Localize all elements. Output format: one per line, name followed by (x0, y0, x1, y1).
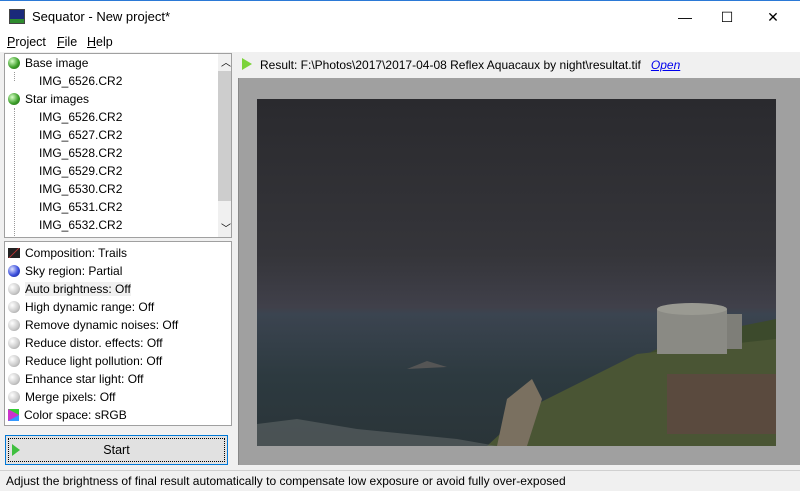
result-path: Result: F:\Photos\2017\2017-04-08 Reflex… (260, 58, 641, 72)
status-icon (8, 319, 20, 331)
scroll-up-icon[interactable]: ︿ (221, 54, 231, 69)
open-link[interactable]: Open (651, 58, 680, 72)
option-label: Remove dynamic noises: Off (25, 318, 179, 332)
tree-item[interactable]: IMG_6529.CR2 (39, 162, 122, 180)
tree-node-base-image[interactable]: Base image (8, 54, 88, 72)
tree-item[interactable]: IMG_6527.CR2 (39, 126, 122, 144)
status-icon (8, 265, 20, 277)
status-bar: Adjust the brightness of final result au… (0, 470, 800, 491)
option-label: Sky region: Partial (25, 264, 123, 278)
option-label: Merge pixels: Off (25, 390, 116, 404)
option-item[interactable]: Merge pixels: Off (8, 388, 115, 406)
menu-bar: Project File Help (0, 32, 800, 52)
menu-project[interactable]: Project (7, 35, 46, 49)
play-icon (12, 444, 20, 456)
tree-item[interactable]: IMG_6526.CR2 (39, 108, 122, 126)
status-icon (8, 93, 20, 105)
tree-item[interactable]: IMG_6530.CR2 (39, 180, 122, 198)
option-label: Reduce distor. effects: Off (25, 336, 163, 350)
status-icon (8, 57, 20, 69)
option-item[interactable]: Remove dynamic noises: Off (8, 316, 178, 334)
scroll-down-icon[interactable]: ﹀ (221, 220, 231, 235)
status-icon (8, 337, 20, 349)
option-item[interactable]: Sky region: Partial (8, 262, 122, 280)
photo-scene (257, 303, 776, 446)
tree-item[interactable]: IMG_6526.CR2 (39, 72, 122, 90)
options-list: Composition: Trails Sky region: Partial Au… (4, 241, 232, 426)
option-label: High dynamic range: Off (25, 300, 155, 314)
option-item[interactable]: Color space: sRGB (8, 406, 127, 424)
option-label: Reduce light pollution: Off (25, 354, 163, 368)
tree-node-star-images[interactable]: Star images (8, 90, 89, 108)
tree-item[interactable]: IMG_6531.CR2 (39, 198, 122, 216)
option-label: Composition: Trails (25, 246, 128, 260)
status-icon (8, 373, 20, 385)
title-bar: Sequator - New project* — ☐ ✕ (0, 0, 800, 32)
window-title: Sequator - New project* (32, 9, 171, 24)
result-bar: Result: F:\Photos\2017\2017-04-08 Reflex… (238, 55, 680, 75)
status-icon (8, 301, 20, 313)
close-button[interactable]: ✕ (750, 1, 796, 33)
image-tree: Base image IMG_6526.CR2 Star images IMG_… (4, 53, 232, 238)
menu-help[interactable]: Help (87, 35, 113, 49)
maximize-button[interactable]: ☐ (704, 1, 750, 33)
minimize-button[interactable]: — (662, 1, 708, 33)
scrollbar-thumb[interactable] (218, 71, 231, 201)
arrow-right-icon (242, 58, 252, 70)
option-item[interactable]: High dynamic range: Off (8, 298, 154, 316)
tree-item[interactable]: IMG_6532.CR2 (39, 216, 122, 234)
option-label: Color space: sRGB (24, 408, 127, 422)
option-item[interactable]: Composition: Trails (8, 244, 127, 262)
tree-item[interactable]: IMG_6528.CR2 (39, 144, 122, 162)
option-item[interactable]: Reduce light pollution: Off (8, 352, 162, 370)
status-icon (8, 283, 20, 295)
result-image (257, 99, 776, 446)
option-label: Auto brightness: Off (25, 282, 131, 296)
start-button[interactable]: Start (5, 435, 228, 465)
menu-file[interactable]: File (57, 35, 77, 49)
option-item[interactable]: Enhance star light: Off (8, 370, 144, 388)
option-item[interactable]: Auto brightness: Off (8, 280, 131, 298)
app-icon (9, 9, 25, 24)
option-item[interactable]: Reduce distor. effects: Off (8, 334, 163, 352)
status-icon (8, 355, 20, 367)
trails-icon (8, 248, 20, 258)
status-icon (8, 391, 20, 403)
option-label: Enhance star light: Off (25, 372, 144, 386)
color-space-icon (8, 409, 19, 421)
